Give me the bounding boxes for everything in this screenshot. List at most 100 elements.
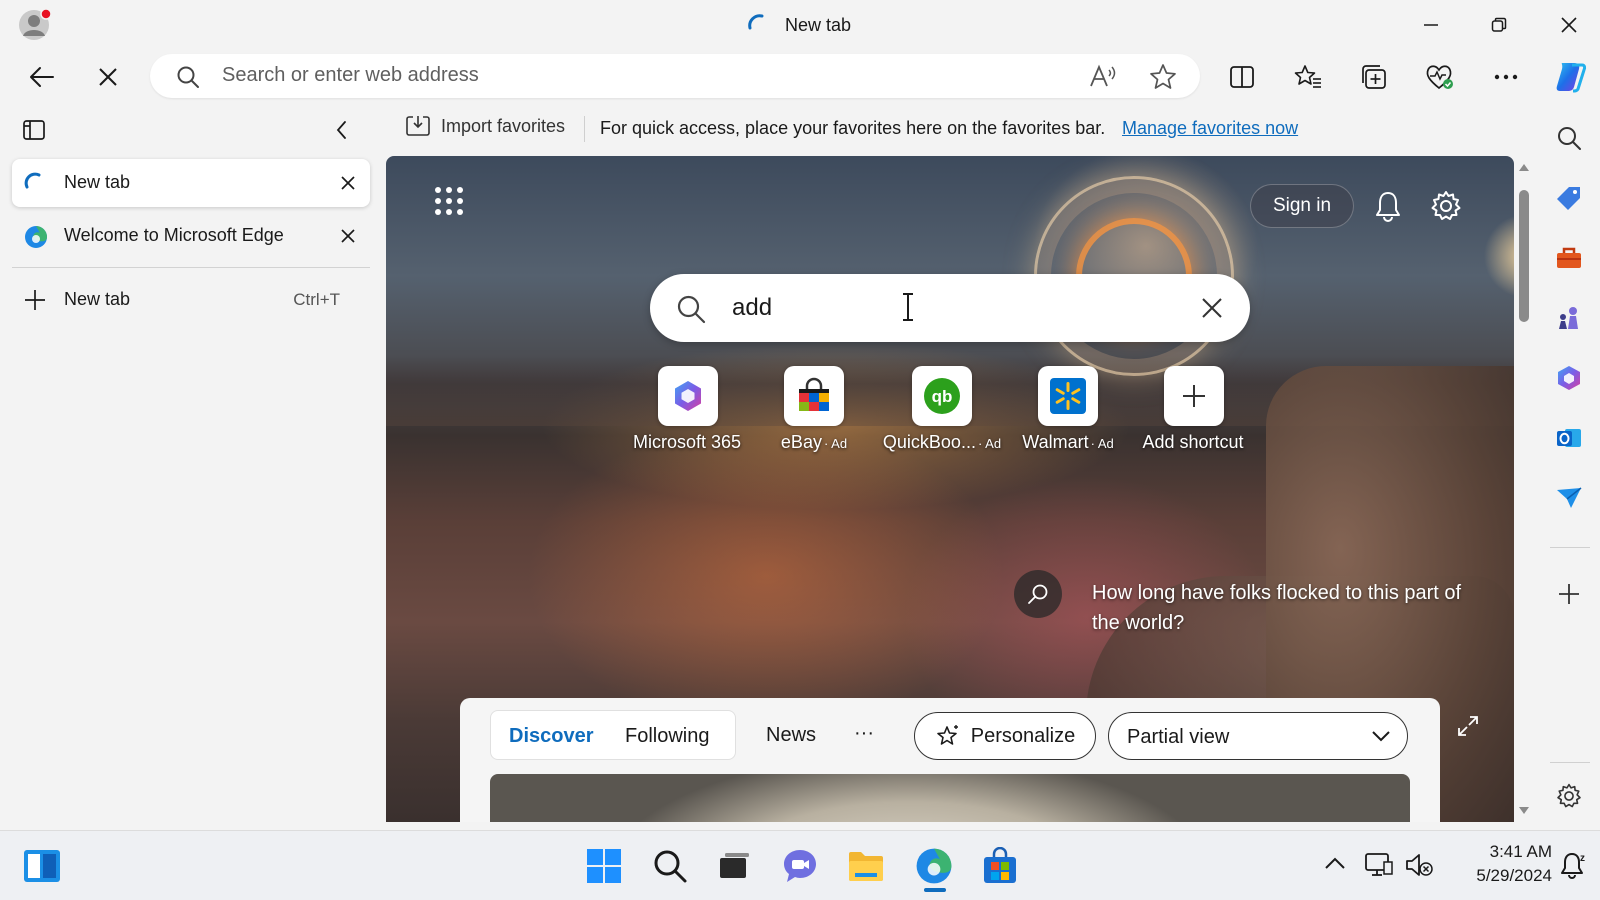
text-cursor-icon: [903, 293, 913, 321]
tab-new-tab[interactable]: New tab: [12, 159, 370, 207]
favorites-icon: [1294, 65, 1321, 88]
sidebar-shopping-button[interactable]: [1551, 180, 1587, 216]
shortcut-quickbooks[interactable]: qb QuickBoo... · Ad: [880, 366, 1004, 453]
split-screen-button[interactable]: [1220, 57, 1264, 97]
clear-search-button[interactable]: [1198, 294, 1226, 322]
read-aloud-button[interactable]: [1088, 62, 1118, 92]
add-shortcut-button[interactable]: Add shortcut: [1132, 366, 1256, 453]
personalize-button[interactable]: Personalize: [914, 712, 1096, 760]
shortcut-label: Microsoft 365: [632, 432, 742, 452]
search-icon: [1558, 127, 1581, 150]
settings-and-more-button[interactable]: [1484, 57, 1528, 97]
microsoft-365-icon: [675, 381, 701, 411]
search-icon: [677, 295, 706, 324]
browser-essentials-button[interactable]: [1418, 57, 1462, 97]
new-tab-label: New tab: [64, 289, 131, 309]
tab-following[interactable]: Following: [625, 725, 709, 748]
minimize-button[interactable]: [1408, 8, 1454, 42]
stop-loading-button[interactable]: [86, 57, 130, 97]
notification-center-button[interactable]: z: [1560, 850, 1590, 880]
shortcut-label: Add shortcut: [1142, 432, 1244, 452]
new-tab-button[interactable]: New tab Ctrl+T: [12, 276, 370, 324]
sidebar-add-button[interactable]: [1551, 576, 1587, 612]
task-view-button[interactable]: [712, 844, 756, 888]
content-feed-panel: Discover Following News ··· Personalize …: [460, 698, 1440, 822]
back-button[interactable]: [20, 57, 64, 97]
image-fact-link[interactable]: How long have folks flocked to this part…: [1092, 578, 1482, 638]
microsoft-store-button[interactable]: [978, 844, 1022, 888]
feed-view-select[interactable]: Partial view: [1108, 712, 1408, 760]
show-hidden-icons-button[interactable]: [1324, 856, 1350, 878]
widgets-button[interactable]: [20, 844, 64, 888]
image-info-button[interactable]: [1014, 570, 1062, 618]
tab-welcome-edge[interactable]: Welcome to Microsoft Edge: [12, 212, 370, 260]
sidebar-divider: [1550, 547, 1590, 548]
add-favorite-button[interactable]: [1148, 62, 1178, 92]
tab-news[interactable]: News: [766, 724, 816, 747]
sign-in-button[interactable]: Sign in: [1250, 184, 1354, 228]
folder-icon: [849, 852, 883, 881]
teams-chat-button[interactable]: [778, 844, 822, 888]
shortcut-label: eBay · Ad: [780, 432, 848, 452]
import-favorites-button[interactable]: Import favorites: [405, 114, 565, 138]
profile-avatar[interactable]: [18, 8, 52, 42]
page-settings-button[interactable]: [1426, 186, 1466, 226]
sidebar-drop-button[interactable]: [1551, 480, 1587, 516]
web-search-box[interactable]: add: [650, 274, 1250, 342]
tab-label: Welcome to Microsoft Edge: [64, 225, 284, 245]
expand-feed-button[interactable]: [1450, 708, 1486, 744]
close-icon: [1561, 17, 1577, 33]
plus-icon: [25, 290, 45, 310]
restore-button[interactable]: [1476, 8, 1522, 42]
collections-button[interactable]: [1352, 57, 1396, 97]
chevron-down-icon: [1372, 731, 1390, 742]
close-icon: [341, 229, 355, 243]
close-window-button[interactable]: [1546, 8, 1592, 42]
scrollbar-thumb[interactable]: [1519, 190, 1529, 322]
copilot-button[interactable]: [1548, 57, 1592, 97]
clock-time[interactable]: 3:41 AM: [1470, 842, 1552, 862]
outlook-icon: [1557, 429, 1581, 447]
tab-discover[interactable]: Discover: [509, 725, 594, 748]
manage-favorites-link[interactable]: Manage favorites now: [1122, 118, 1298, 139]
chess-pieces-icon: [1559, 307, 1578, 329]
microsoft-365-icon: [1558, 366, 1580, 390]
chat-bubble-icon: [784, 850, 816, 882]
close-tab-button[interactable]: [336, 224, 360, 248]
shortcut-microsoft-365[interactable]: Microsoft 365: [626, 366, 750, 453]
favorites-button[interactable]: [1286, 57, 1330, 97]
active-app-indicator: [924, 888, 946, 892]
edge-taskbar-button[interactable]: [912, 844, 956, 888]
sidebar-tools-button[interactable]: [1551, 240, 1587, 276]
sidebar-outlook-button[interactable]: [1551, 420, 1587, 456]
feed-tab-group: Discover Following: [490, 710, 736, 760]
sidebar-settings-button[interactable]: [1551, 778, 1587, 814]
feed-card-image[interactable]: [490, 774, 1410, 822]
address-bar[interactable]: [150, 54, 1200, 98]
taskbar-search-button[interactable]: [648, 844, 692, 888]
network-status-button[interactable]: [1364, 850, 1394, 880]
page-scrollbar[interactable]: [1514, 156, 1534, 822]
app-launcher-button[interactable]: [434, 186, 470, 222]
sidebar-search-button[interactable]: [1551, 120, 1587, 156]
read-aloud-icon: [1090, 64, 1116, 87]
clock-date[interactable]: 5/29/2024: [1440, 866, 1552, 886]
sidebar-games-button[interactable]: [1551, 300, 1587, 336]
loading-spinner-icon: [746, 12, 770, 36]
sidebar-microsoft-365-button[interactable]: [1551, 360, 1587, 396]
shortcut-walmart[interactable]: Walmart · Ad: [1006, 366, 1130, 453]
edge-logo-icon: [916, 848, 952, 884]
address-input[interactable]: [222, 64, 1002, 87]
file-explorer-button[interactable]: [844, 844, 888, 888]
close-tab-button[interactable]: [336, 171, 360, 195]
split-screen-icon: [1230, 66, 1254, 88]
collapse-pane-button[interactable]: [332, 118, 360, 146]
notifications-button[interactable]: [1368, 186, 1408, 226]
feed-more-button[interactable]: ···: [854, 722, 874, 745]
volume-status-button[interactable]: [1404, 850, 1434, 880]
tab-actions-button[interactable]: [22, 118, 50, 146]
web-search-input[interactable]: add: [732, 294, 772, 322]
magnifier-icon: [1028, 584, 1048, 604]
shortcut-ebay[interactable]: eBay · Ad: [752, 366, 876, 453]
start-button[interactable]: [582, 844, 626, 888]
